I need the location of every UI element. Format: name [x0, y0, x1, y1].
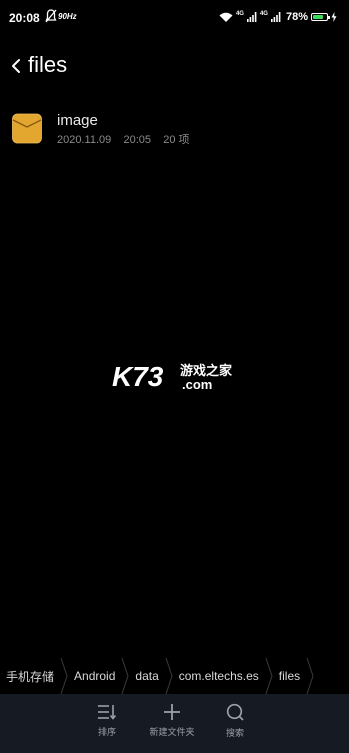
breadcrumb-separator-icon: [306, 658, 314, 694]
plus-icon: [164, 704, 180, 720]
network-type-2: 4G: [259, 10, 268, 17]
breadcrumb-label: files: [278, 669, 301, 683]
header: files: [0, 46, 349, 86]
breadcrumb-item[interactable]: 手机存储: [0, 658, 68, 694]
status-bar: 20:08 90Hz 4G 4G 78%: [0, 0, 349, 34]
breadcrumb-item[interactable]: files: [273, 658, 314, 694]
breadcrumb-label: 手机存储: [6, 669, 55, 684]
refresh-rate: 90Hz: [58, 12, 77, 21]
watermark-brand: K73: [112, 361, 164, 392]
breadcrumb: 手机存储 Android data com.eltechs.es files: [0, 658, 349, 694]
item-name: image: [57, 112, 98, 129]
breadcrumb-separator-icon: [265, 658, 273, 694]
back-arrow-icon[interactable]: [9, 58, 23, 74]
network-type-1: 4G: [235, 10, 244, 17]
sort-label: 排序: [97, 727, 116, 737]
breadcrumb-item[interactable]: Android: [68, 658, 129, 694]
new-folder-button[interactable]: 新建文件夹: [137, 694, 207, 753]
battery-level-fill: [313, 15, 324, 19]
new-folder-label: 新建文件夹: [149, 727, 195, 737]
breadcrumb-separator-icon: [165, 658, 173, 694]
watermark-text-bottom: .com: [182, 377, 212, 392]
sort-icon: [98, 705, 117, 720]
battery-icon: [311, 13, 330, 21]
breadcrumb-label: com.eltechs.es: [178, 669, 259, 683]
item-time: 20:05: [123, 134, 152, 146]
page-title: files: [28, 52, 68, 77]
status-indicators: 4G 4G 78%: [219, 9, 337, 25]
status-time: 20:08: [9, 11, 40, 25]
charging-icon: [331, 12, 337, 22]
signal-strength-icon: [270, 12, 281, 22]
watermark-logo: K73 游戏之家 .com: [112, 361, 233, 392]
folder-icon: [12, 113, 42, 144]
search-button[interactable]: 搜索: [200, 694, 270, 753]
search-label: 搜索: [225, 728, 244, 738]
bottom-toolbar: 排序 新建文件夹 搜索: [0, 694, 349, 753]
item-meta: 2020.11.09 20:05 20 项: [57, 131, 190, 147]
breadcrumb-label: data: [135, 669, 159, 683]
battery-cap: [328, 16, 330, 19]
signal-strength-icon: [246, 12, 257, 22]
do-not-disturb-icon: [45, 9, 57, 23]
breadcrumb-label: Android: [74, 669, 116, 683]
breadcrumb-item[interactable]: com.eltechs.es: [173, 658, 273, 694]
list-item[interactable]: image 2020.11.09 20:05 20 项: [0, 104, 349, 156]
item-count: 20 项: [163, 134, 190, 146]
wifi-icon: [219, 12, 233, 22]
sort-button[interactable]: 排序: [72, 694, 142, 753]
battery-percent: 78%: [285, 11, 308, 23]
breadcrumb-separator-icon: [60, 658, 68, 694]
item-date: 2020.11.09: [57, 134, 112, 146]
breadcrumb-separator-icon: [121, 658, 129, 694]
breadcrumb-item[interactable]: data: [129, 658, 173, 694]
search-icon: [226, 703, 244, 721]
